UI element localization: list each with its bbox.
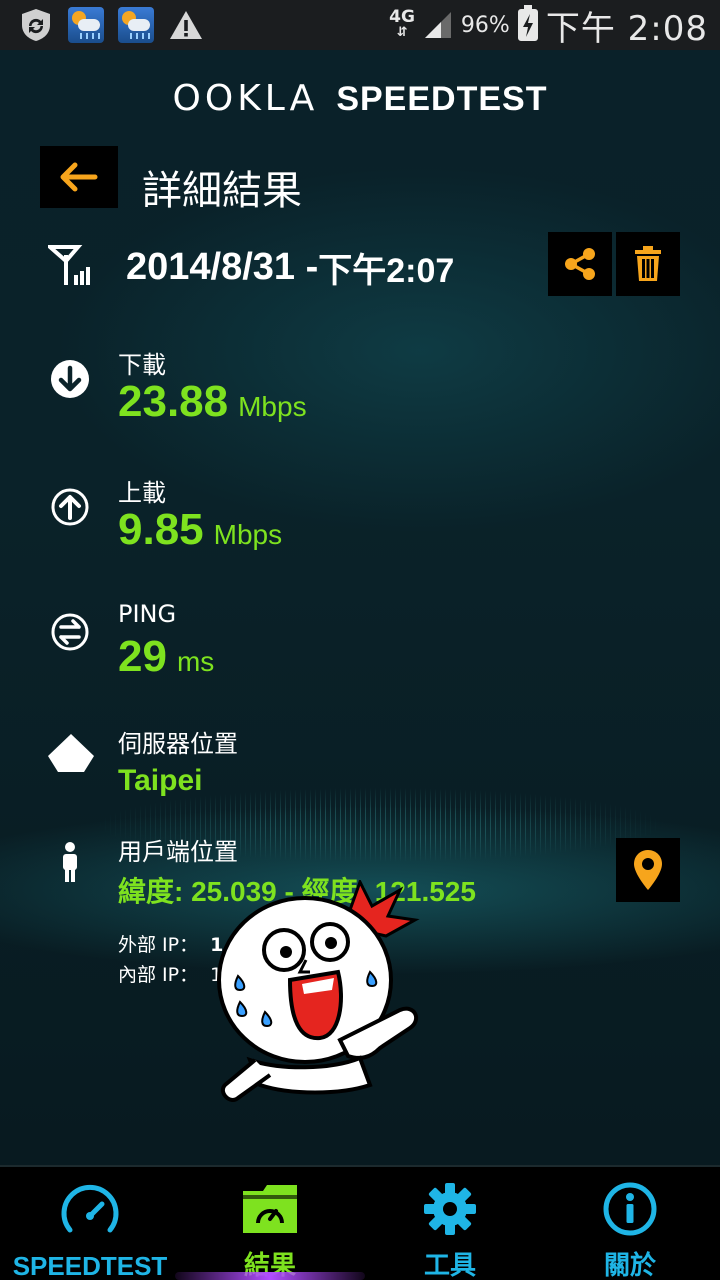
nav-about[interactable]: 關於: [540, 1167, 720, 1280]
weather-icon: [118, 7, 154, 43]
ping-label: PING: [118, 600, 177, 628]
ping-icon: [51, 613, 89, 651]
test-date-row: 2014/8/31 - 下午2:07: [48, 236, 454, 298]
upload-label: 上載: [118, 479, 166, 507]
weather-icon: [68, 7, 104, 43]
warning-icon: [168, 7, 204, 43]
nav-about-label: 關於: [603, 1250, 656, 1280]
client-label: 用戶端位置: [118, 838, 238, 866]
server-icon: [48, 734, 94, 772]
results-folder-icon: [243, 1185, 297, 1233]
nav-speedtest[interactable]: SPEEDTEST: [0, 1167, 180, 1280]
server-value: Taipei: [118, 764, 203, 797]
ping-value: 29 ms: [118, 632, 215, 681]
server-label: 伺服器位置: [118, 730, 238, 758]
nav-results[interactable]: 結果: [180, 1167, 360, 1280]
arrow-left-icon: [60, 162, 98, 192]
info-icon: [603, 1182, 657, 1236]
active-tab-indicator: [175, 1272, 365, 1280]
signal-icon: [424, 12, 451, 38]
page-title: 詳細結果: [142, 168, 302, 214]
delete-button[interactable]: [616, 232, 680, 296]
nav-tools-label: 工具: [423, 1250, 476, 1280]
share-button[interactable]: [548, 232, 612, 296]
map-pin-icon: [634, 850, 662, 890]
nav-speedtest-label: SPEEDTEST: [12, 1251, 168, 1280]
nav-tools[interactable]: 工具: [360, 1167, 540, 1280]
network-type: 4G ⇵: [389, 7, 415, 41]
cell-signal-icon: [48, 245, 90, 285]
trash-icon: [635, 246, 661, 281]
app-logo: OOKLA SPEEDTEST: [0, 78, 720, 119]
download-label: 下載: [118, 351, 166, 379]
gear-icon: [424, 1183, 476, 1235]
speedometer-icon: [61, 1184, 119, 1233]
clock: 下午 2:08: [545, 8, 708, 49]
external-ip-line: 外部 IP： 1: [118, 934, 224, 956]
upload-icon: [51, 488, 89, 526]
download-value: 23.88 Mbps: [118, 377, 307, 426]
battery-icon: [517, 5, 538, 41]
download-icon: [51, 360, 89, 398]
test-time: 下午2:07: [318, 251, 455, 290]
logo-speedtest: SPEEDTEST: [336, 80, 548, 118]
internal-ip-line: 內部 IP： 1: [118, 964, 223, 986]
status-bar: 4G ⇵ 96% 下午 2:08: [0, 0, 720, 50]
background-wave: [0, 770, 720, 880]
person-icon: [63, 842, 77, 882]
map-location-button[interactable]: [616, 838, 680, 902]
sticker-image: [217, 880, 420, 1102]
bottom-navigation: SPEEDTEST 結果 工具 關於: [0, 1165, 720, 1280]
share-icon: [565, 248, 595, 280]
logo-ookla: OOKLA: [172, 78, 319, 119]
ip-info: 外部 IP： 1 內部 IP： 1: [118, 930, 223, 990]
upload-value: 9.85 Mbps: [118, 505, 283, 554]
test-date: 2014/8/31 -: [126, 245, 319, 288]
shield-sync-icon: [18, 7, 54, 43]
back-button[interactable]: [40, 146, 118, 208]
battery-percent: 96%: [460, 12, 510, 38]
